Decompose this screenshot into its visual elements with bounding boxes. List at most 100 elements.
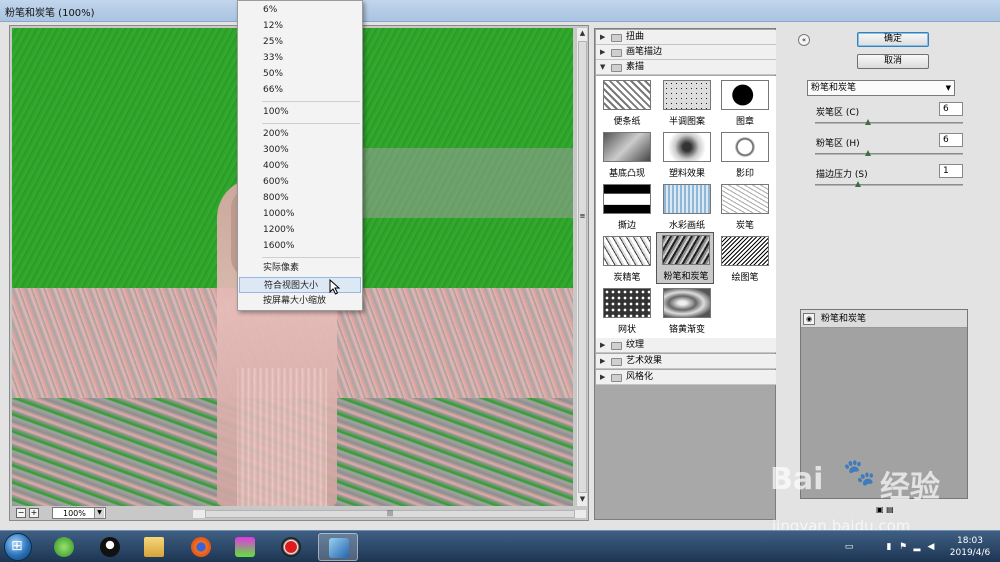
scroll-up-icon[interactable]: ▲ [577,28,588,39]
category-distort[interactable]: ▶ 扭曲 [596,30,776,45]
device-icon[interactable]: ▮ [884,542,894,552]
zoom-in-button[interactable]: + [29,508,39,518]
menu-separator [262,257,360,258]
slider-handle[interactable] [865,150,871,156]
thumbnail-caption: 图章 [735,117,754,127]
zoom-option[interactable]: 1000% [239,206,361,222]
category-sketch[interactable]: ▼ 素描 [596,60,776,75]
zoom-option[interactable]: 300% [239,142,361,158]
effect-layer-row[interactable]: ◉ 粉笔和炭笔 [801,310,967,328]
category-stylize[interactable]: ▶ 风格化 [596,370,776,385]
filter-thumb-charcoal[interactable]: 炭笔 [716,182,774,234]
category-brush-strokes[interactable]: ▶ 画笔描边 [596,45,776,60]
category-label: 画笔描边 [626,47,663,57]
taskbar-app-firefox[interactable] [181,533,221,561]
zoom-option[interactable]: 100% [239,104,361,120]
media-player-icon [235,537,255,557]
zoom-option[interactable]: 1600% [239,238,361,254]
zoom-option[interactable]: 600% [239,174,361,190]
zoom-option[interactable]: 1200% [239,222,361,238]
filter-thumb-water-paper[interactable]: 水彩画纸 [658,182,716,234]
horizontal-scroll-thumb[interactable]: ||| [205,510,575,518]
chalk-area-slider[interactable] [815,150,963,156]
stroke-pressure-label: 描边压力 (S) [816,170,868,180]
zoom-option[interactable]: 33% [239,50,361,66]
thumbnail-caption: 水彩画纸 [668,221,705,231]
slider-handle[interactable] [855,181,861,187]
filter-thumb-graphic-pen[interactable]: 绘图笔 [716,234,774,286]
thumbnail-caption: 炭笔 [735,221,754,231]
thumbnail-caption: 网状 [617,325,636,335]
taskbar-app-explorer[interactable] [134,533,174,561]
filter-thumb-halftone[interactable]: 半调图案 [658,78,716,130]
filter-thumb-chrome[interactable]: 铬黄渐变 [658,286,716,338]
category-texture[interactable]: ▶ 纹理 [596,338,776,353]
filter-settings-panel: « 确定 取消 粉笔和炭笔 ▼ 炭笔区 (C) 6 粉笔区 (H) 6 描边压力… [780,28,995,520]
network-icon[interactable]: ▂ [912,542,922,552]
zoom-option[interactable]: 6% [239,2,361,18]
taskbar-app-qq[interactable] [90,533,130,561]
collapse-triangle-icon: ▼ [600,63,606,71]
taskbar-app-photoshop[interactable] [318,533,358,561]
expand-triangle-icon: ▶ [600,373,606,381]
zoom-option[interactable]: 400% [239,158,361,174]
category-label: 艺术效果 [626,356,663,366]
zoom-out-button[interactable]: − [16,508,26,518]
charcoal-area-input[interactable]: 6 [939,102,963,116]
filter-thumb-chalk-charcoal[interactable]: 粉笔和炭笔 [656,232,714,284]
zoom-option[interactable]: 200% [239,126,361,142]
scroll-down-icon[interactable]: ▼ [577,494,588,505]
category-artistic[interactable]: ▶ 艺术效果 [596,354,776,369]
chalk-area-input[interactable]: 6 [939,133,963,147]
zoom-option-fit-view[interactable]: 符合视图大小 [239,277,361,293]
folder-icon [144,537,164,557]
taskbar-app-browser[interactable] [44,533,84,561]
filter-select[interactable]: 粉笔和炭笔 ▼ [807,80,955,96]
keyboard-icon[interactable]: ▭ [844,542,854,552]
title-bar[interactable]: 粉笔和炭笔 (100%) [0,0,1000,22]
zoom-option-actual-pixels[interactable]: 实际像素 [239,260,361,276]
volume-icon[interactable]: ◀ [926,542,936,552]
thumbnail-caption: 塑料效果 [668,169,705,179]
category-label: 扭曲 [626,32,645,42]
flag-icon[interactable]: ⚑ [898,542,908,552]
filter-thumb-bas-relief[interactable]: 基底凸现 [598,130,656,182]
zoom-option[interactable]: 12% [239,18,361,34]
taskbar-app-recorder[interactable] [271,533,311,561]
filter-thumb-note-paper[interactable]: 便条纸 [598,78,656,130]
start-button[interactable] [4,533,32,561]
slider-handle[interactable] [865,119,871,125]
preview-vertical-scrollbar[interactable]: ▲ ▼ [576,28,587,506]
filter-thumb-reticulation[interactable]: 网状 [598,286,656,338]
zoom-option-fit-screen[interactable]: 按屏幕大小缩放 [239,293,361,309]
zoom-option[interactable]: 800% [239,190,361,206]
chevron-down-icon[interactable]: ▼ [94,508,104,518]
window-title: 粉笔和炭笔 (100%) [5,8,95,19]
filter-thumb-stamp[interactable]: 图章 [716,78,774,130]
collapse-gallery-icon[interactable]: « [798,34,810,46]
eye-icon[interactable]: ◉ [803,313,815,325]
system-tray: ▭ ▮ ⚑ ▂ ◀ 18:03 2019/4/6 [840,534,1000,560]
thumbnail-caption: 撕边 [617,221,636,231]
filter-thumb-plaster[interactable]: 塑料效果 [658,130,716,182]
filter-thumb-conte-crayon[interactable]: 炭精笔 [598,234,656,286]
charcoal-area-slider[interactable] [815,119,963,125]
ok-button[interactable]: 确定 [857,32,929,47]
zoom-option[interactable]: 25% [239,34,361,50]
thumbnail-image [603,132,651,162]
stroke-pressure-slider[interactable] [815,181,963,187]
vertical-scroll-thumb[interactable] [578,41,587,493]
system-clock[interactable]: 18:03 2019/4/6 [940,535,1000,559]
preview-horizontal-scrollbar[interactable]: ||| [192,509,587,519]
cancel-button[interactable]: 取消 [857,54,929,69]
thumbnail-image [603,236,651,266]
taskbar-app-media[interactable] [225,533,265,561]
thumbnail-caption: 绘图笔 [731,273,759,283]
zoom-option[interactable]: 50% [239,66,361,82]
zoom-option[interactable]: 66% [239,82,361,98]
filter-thumb-torn-edges[interactable]: 撕边 [598,182,656,234]
clock-date: 2019/4/6 [949,548,991,558]
filter-thumb-photocopy[interactable]: 影印 [716,130,774,182]
stroke-pressure-input[interactable]: 1 [939,164,963,178]
feather-app-icon [329,538,349,558]
